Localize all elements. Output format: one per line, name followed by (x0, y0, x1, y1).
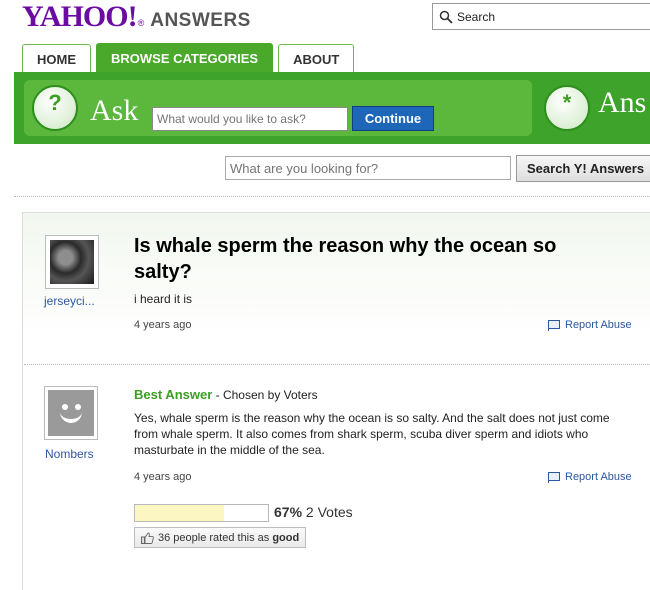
rated-word: good (272, 531, 300, 544)
logo-registered-mark: ® (137, 18, 145, 28)
tab-about[interactable]: ABOUT (278, 44, 355, 73)
rated-good-button[interactable]: 36 people rated this as good (134, 527, 307, 548)
tab-browse-categories[interactable]: BROWSE CATEGORIES (96, 43, 274, 73)
answerer-username[interactable]: Nombers (45, 447, 94, 461)
report-abuse-label: Report Abuse (565, 471, 632, 483)
logo-yahoo-text: YAHOO! (22, 0, 138, 33)
rating-percent: 67% (274, 504, 303, 520)
ask-panel: ? Ask Continue (24, 80, 532, 136)
ask-label: Ask (90, 94, 139, 127)
thumbs-up-icon (141, 532, 154, 544)
chosen-by-label: - Chosen by Voters (212, 388, 318, 402)
flag-icon (548, 319, 560, 331)
yahoo-answers-page: YAHOO! ® ANSWERS Search HOME BROWSE CATE… (0, 0, 650, 590)
logo-answers-text: ANSWERS (150, 10, 251, 31)
main-tabs: HOME BROWSE CATEGORIES ABOUT (22, 43, 359, 73)
ask-bar: ? Ask Continue * Ans (14, 72, 650, 144)
rated-text: 36 people rated this as (158, 531, 270, 544)
asker-avatar[interactable] (45, 235, 99, 289)
best-answer-heading: Best Answer - Chosen by Voters (134, 387, 318, 402)
question-smiley-icon: ? (32, 85, 78, 131)
answer-text: Yes, whale sperm is the reason why the o… (134, 411, 610, 457)
default-avatar-face-icon (48, 390, 94, 436)
search-answers-button[interactable]: Search Y! Answers (516, 155, 650, 182)
divider (14, 196, 650, 197)
answer-smiley-icon: * (544, 85, 590, 131)
question-detail: i heard it is (134, 292, 193, 306)
ask-question-input[interactable] (152, 107, 348, 131)
answer-timestamp: 4 years ago (134, 471, 192, 483)
answer-label: Ans (598, 86, 647, 119)
continue-button[interactable]: Continue (352, 106, 434, 131)
report-abuse-label: Report Abuse (565, 319, 632, 331)
best-answer-label: Best Answer (134, 387, 213, 402)
yahoo-answers-logo[interactable]: YAHOO! ® ANSWERS (22, 0, 251, 33)
divider (24, 364, 650, 365)
asker-username[interactable]: jerseyci... (44, 294, 95, 308)
question-timestamp: 4 years ago (134, 319, 192, 331)
tab-home[interactable]: HOME (22, 44, 91, 73)
answer-report-abuse-link[interactable]: Report Abuse (548, 471, 632, 483)
top-search-label: Search (457, 9, 496, 24)
rating-summary: 67% 2 Votes (274, 504, 353, 520)
top-search-box[interactable]: Search (432, 3, 650, 30)
rating-votes: 2 Votes (305, 504, 353, 520)
answerer-avatar[interactable] (44, 386, 98, 440)
search-input[interactable] (225, 156, 511, 180)
search-icon (439, 10, 453, 24)
flag-icon (548, 471, 560, 483)
question-report-abuse-link[interactable]: Report Abuse (548, 319, 632, 331)
asker-avatar-image (50, 240, 94, 284)
rating-bar-fill (135, 505, 225, 521)
question-title: Is whale sperm the reason why the ocean … (134, 235, 557, 283)
rating-bar (134, 504, 269, 522)
